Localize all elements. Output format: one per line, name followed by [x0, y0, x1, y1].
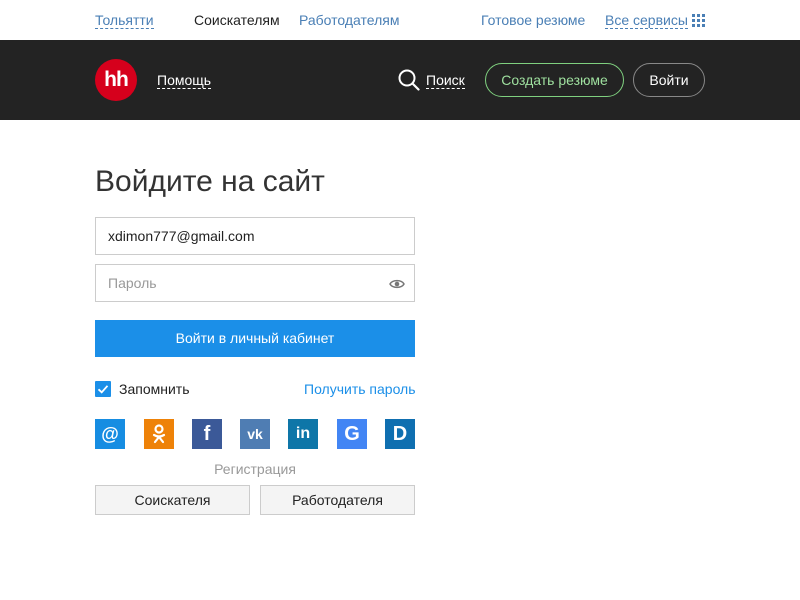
email-field[interactable]: [95, 217, 415, 255]
facebook-icon[interactable]: f: [192, 419, 222, 449]
help-link[interactable]: Помощь: [157, 72, 212, 89]
remember-checkbox[interactable]: [95, 381, 111, 397]
checkmark-icon: [97, 385, 109, 394]
registration-label: Регистрация: [214, 461, 296, 477]
odnoklassniki-icon[interactable]: [144, 419, 174, 449]
nav-all-services[interactable]: Все сервисы: [605, 12, 688, 29]
register-seeker-button[interactable]: Соискателя: [95, 485, 250, 515]
services-grid-icon[interactable]: [692, 14, 706, 28]
page-title: Войдите на сайт: [95, 165, 325, 198]
show-password-eye-icon[interactable]: [389, 278, 405, 290]
top-navigation: Тольятти Соискателям Работодателям Готов…: [0, 0, 800, 40]
linkedin-icon[interactable]: in: [288, 419, 318, 449]
register-employer-button[interactable]: Работодателя: [260, 485, 415, 515]
nav-ready-resume[interactable]: Готовое резюме: [481, 12, 585, 28]
search-icon[interactable]: [398, 69, 420, 91]
vk-icon[interactable]: vk: [240, 419, 270, 449]
city-selector[interactable]: Тольятти: [95, 12, 154, 29]
hh-logo[interactable]: hh: [95, 59, 137, 101]
site-header: hh Помощь Поиск Создать резюме Войти: [0, 40, 800, 120]
search-link[interactable]: Поиск: [426, 72, 465, 89]
google-icon[interactable]: G: [337, 419, 367, 449]
nav-seekers[interactable]: Соискателям: [194, 12, 280, 28]
password-field[interactable]: [95, 264, 415, 302]
login-submit-button[interactable]: Войти в личный кабинет: [95, 320, 415, 357]
get-password-link[interactable]: Получить пароль: [304, 381, 416, 397]
create-resume-button[interactable]: Создать резюме: [485, 63, 624, 97]
mail-icon[interactable]: @: [95, 419, 125, 449]
login-button[interactable]: Войти: [633, 63, 705, 97]
d-icon[interactable]: D: [385, 419, 415, 449]
nav-employers[interactable]: Работодателям: [299, 12, 400, 28]
remember-label: Запомнить: [119, 381, 190, 397]
